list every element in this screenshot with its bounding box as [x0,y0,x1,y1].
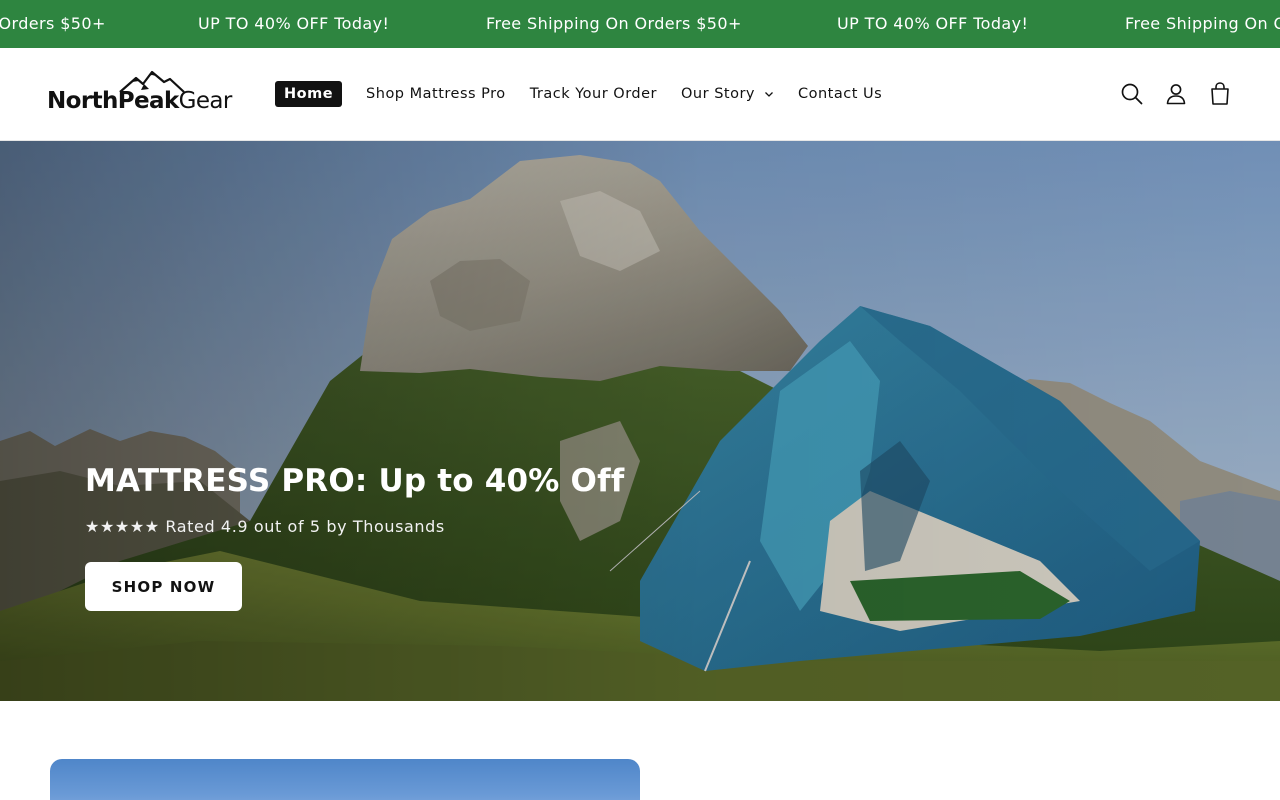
nav-our-story[interactable]: Our Story [681,81,774,107]
nav-home[interactable]: Home [275,81,343,107]
nav-track-order[interactable]: Track Your Order [530,81,657,107]
cart-icon[interactable] [1207,81,1233,107]
hero-banner: MATTRESS PRO: Up to 40% Off ★★★★★ Rated … [0,141,1280,701]
nav-our-story-label: Our Story [681,86,755,102]
site-header: NorthPeakGear Home Shop Mattress Pro Tra… [0,48,1280,141]
shop-now-button[interactable]: SHOP NOW [85,562,242,611]
announcement-item: UP TO 40% OFF Today! [198,14,390,33]
announcement-item: Free Shipping On Orders $50+ [486,14,742,33]
announcement-item: Free Shipping On Orders $50+ [0,14,106,33]
featured-image-preview [50,759,640,800]
chevron-down-icon [765,92,773,97]
logo-wordmark: NorthPeakGear [47,88,232,114]
announcement-item: Free Shipping On Orders $50+ [1125,14,1280,33]
hero-image [0,141,1280,701]
account-icon[interactable] [1163,81,1189,107]
announcement-bar: Free Shipping On Orders $50+ UP TO 40% O… [0,0,1280,48]
main-nav: Home Shop Mattress Pro Track Your Order … [275,81,906,107]
announcement-item: UP TO 40% OFF Today! [837,14,1029,33]
nav-contact-us[interactable]: Contact Us [798,81,882,107]
nav-shop-mattress-pro[interactable]: Shop Mattress Pro [366,81,506,107]
logo[interactable]: NorthPeakGear [46,70,242,120]
search-icon[interactable] [1119,81,1145,107]
hero-title: MATTRESS PRO: Up to 40% Off [85,463,625,499]
hero-rating: ★★★★★ Rated 4.9 out of 5 by Thousands [85,517,445,536]
